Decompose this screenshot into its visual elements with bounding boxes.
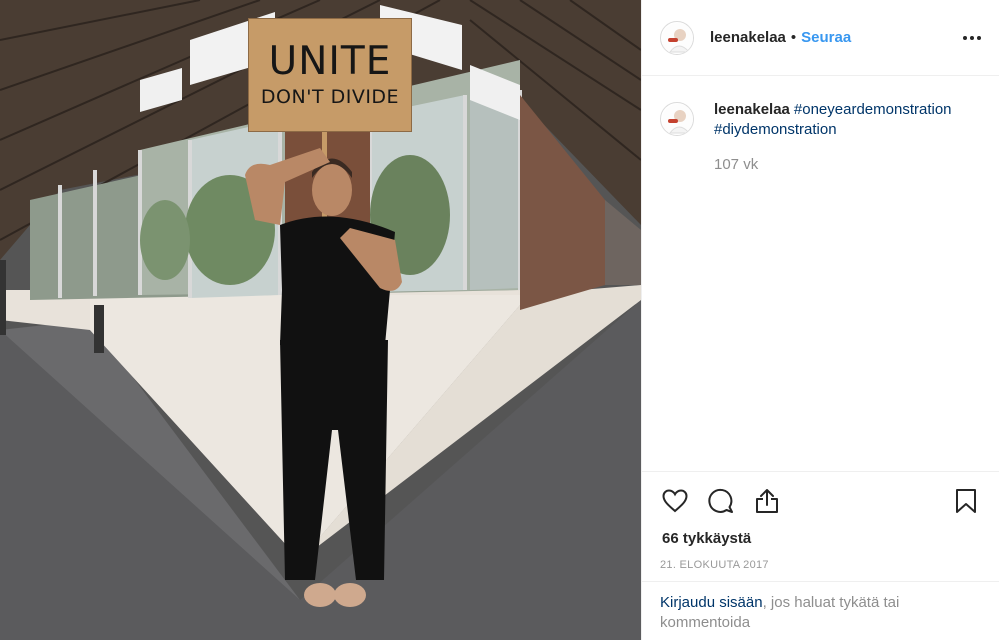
action-bar (642, 472, 999, 530)
follow-button[interactable]: Seuraa (801, 29, 851, 46)
like-count[interactable]: 66 tykkäystä (642, 530, 999, 547)
more-options-icon[interactable] (963, 30, 981, 46)
login-link[interactable]: Kirjaudu sisään (660, 594, 763, 611)
post-header: leenakelaa • Seuraa (642, 0, 999, 76)
login-prompt: Kirjaudu sisään, jos haluat tykätä tai k… (642, 581, 999, 633)
caption-username[interactable]: leenakelaa (714, 101, 790, 118)
heart-icon[interactable] (660, 486, 690, 516)
bookmark-icon[interactable] (951, 486, 981, 516)
post-caption: leenakelaa #oneyeardemonstration #diydemo… (642, 76, 999, 173)
post-date: 21. ELOKUUTA 2017 (660, 559, 769, 571)
hashtag-link[interactable]: #diydemonstration (714, 121, 837, 138)
user-avatar-icon[interactable] (660, 20, 694, 55)
post-photo[interactable]: UNITE DON'T DIVIDE (0, 0, 641, 640)
caption-text: leenakelaa #oneyeardemonstration #diydemo… (714, 100, 952, 140)
post-side-panel: leenakelaa • Seuraa leenakelaa #oneyearde… (641, 0, 999, 640)
instagram-post: UNITE DON'T DIVIDE leenakelaa • Seuraa l… (0, 0, 999, 640)
protest-sign: UNITE DON'T DIVIDE (248, 18, 412, 132)
header-separator: • (790, 29, 797, 46)
hashtag-link[interactable]: #oneyeardemonstration (794, 101, 952, 118)
comment-icon[interactable] (706, 486, 736, 516)
caption-time-ago: 107 vk (714, 156, 759, 173)
post-actions-section: 66 tykkäystä 21. ELOKUUTA 2017 (642, 471, 999, 571)
sign-line-1: UNITE (268, 39, 392, 84)
sign-line-2: DON'T DIVIDE (260, 86, 400, 108)
header-username[interactable]: leenakelaa (710, 29, 786, 46)
share-icon[interactable] (752, 486, 782, 516)
caption-avatar-icon[interactable] (660, 102, 694, 136)
